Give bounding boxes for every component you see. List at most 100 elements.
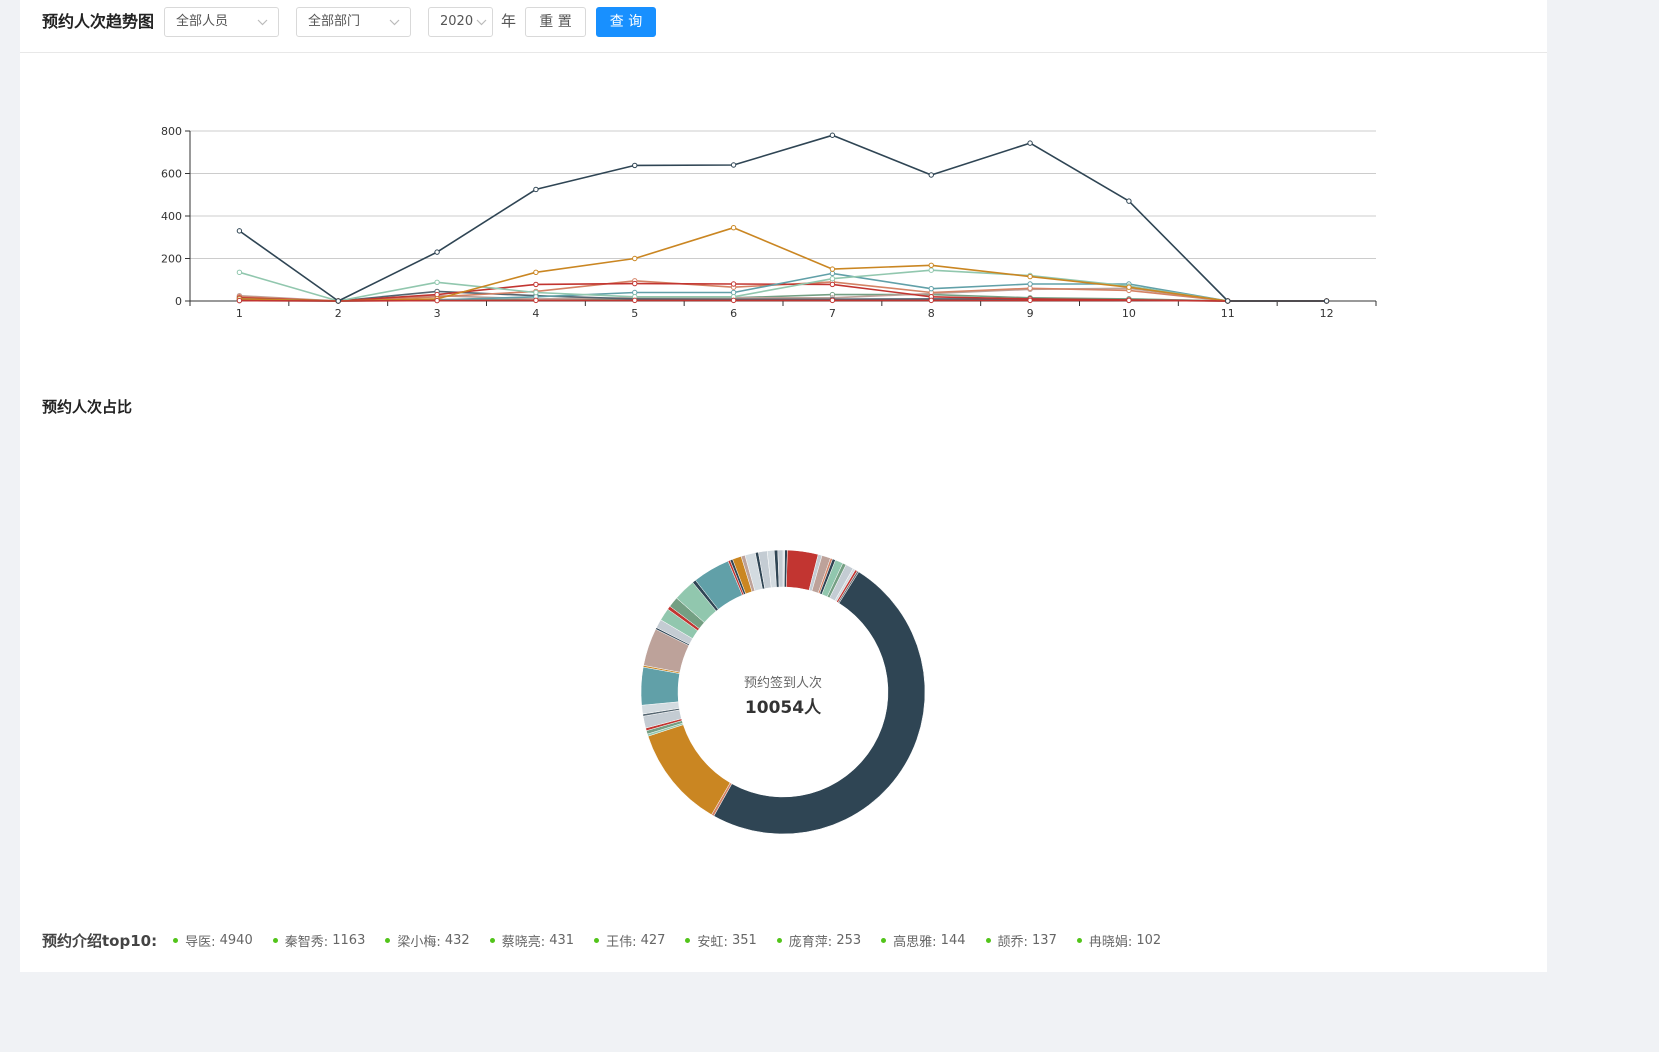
main-card: 预约人次趋势图 全部人员 全部部门 2020 年 重 置 查 询 0 200 400…	[20, 0, 1547, 972]
bullet-dot-icon	[1076, 937, 1082, 943]
top10-item-count: 144	[940, 932, 966, 948]
bullet-dot-icon	[489, 937, 495, 943]
top10-title: 预约介绍top10:	[42, 931, 158, 950]
top10-item: 蔡晓亮431	[489, 931, 575, 950]
bullet-dot-icon	[985, 937, 991, 943]
data-point	[829, 132, 836, 138]
data-point	[632, 297, 638, 304]
x-tick-label: 2	[335, 307, 342, 320]
top10-item-count: 4940	[219, 932, 253, 948]
top10-item: 导医4940	[173, 931, 253, 950]
trend-line-chart: 02004006008001 2 3 4 5 6 7 8 9 10 11 12	[161, 125, 1377, 320]
bullet-dot-icon	[881, 937, 887, 943]
top10-item-count: 253	[836, 932, 862, 948]
data-point	[533, 297, 539, 304]
top10-item-name: 安虹	[697, 931, 732, 950]
bullet-dot-icon	[776, 937, 782, 943]
data-point	[928, 267, 934, 273]
top10-item-count: 432	[444, 932, 470, 948]
data-point	[632, 280, 638, 287]
top10-item-name: 梁小梅	[397, 931, 445, 950]
data-point	[730, 224, 737, 231]
top10-item: 颉乔137	[985, 931, 1057, 950]
filter-bar: 预约人次趋势图 全部人员 全部部门 2020 年 重 置 查 询	[20, 0, 1547, 53]
chevron-down-icon	[476, 19, 487, 26]
data-point	[236, 228, 243, 234]
top10-item-name: 颉乔	[998, 931, 1033, 950]
data-point	[730, 289, 737, 296]
data-point	[928, 297, 934, 304]
data-point	[1126, 297, 1132, 304]
y-tick-label: 800	[161, 125, 182, 138]
series-line	[238, 134, 1327, 302]
y-tick-label: 200	[161, 253, 182, 266]
data-point	[434, 279, 440, 286]
person-select[interactable]: 全部人员	[164, 7, 280, 37]
x-tick-label: 9	[1027, 307, 1034, 320]
x-tick-label: 4	[532, 307, 539, 320]
top10-item: 冉晓娟102	[1076, 931, 1161, 950]
x-tick-label: 7	[829, 307, 836, 320]
year-suffix-label: 年	[501, 12, 517, 30]
top10-item-name: 庞育萍	[789, 931, 837, 950]
data-point	[1323, 298, 1330, 304]
bullet-dot-icon	[594, 937, 600, 943]
x-tick-label: 1	[236, 307, 243, 320]
data-point	[434, 291, 440, 298]
data-point	[1126, 284, 1132, 290]
data-point	[730, 297, 737, 304]
data-point	[1027, 297, 1033, 304]
x-tick-label: 12	[1320, 307, 1334, 320]
data-point	[829, 297, 836, 304]
chevron-down-icon	[257, 19, 268, 26]
x-tick-label: 6	[730, 307, 737, 320]
x-tick-label: 10	[1122, 307, 1136, 320]
top10-item-name: 导医	[185, 931, 220, 950]
data-point	[1027, 281, 1033, 287]
top10-item-name: 王伟	[606, 931, 641, 950]
data-point	[1027, 285, 1033, 291]
reset-button[interactable]: 重 置	[525, 7, 587, 37]
ratio-donut-chart: 预约签到人次 10054人	[640, 549, 926, 835]
data-point	[928, 285, 934, 292]
data-point	[632, 255, 638, 262]
y-tick-label: 0	[175, 295, 182, 308]
year-select[interactable]: 2020	[428, 7, 494, 37]
data-point	[434, 249, 440, 255]
data-point	[236, 269, 243, 276]
data-point	[434, 297, 440, 304]
data-point	[829, 275, 836, 282]
data-point	[829, 281, 836, 288]
chevron-down-icon	[389, 19, 400, 26]
department-select[interactable]: 全部部门	[296, 7, 412, 37]
data-point	[1126, 198, 1132, 204]
top10-item-name: 高思雅	[893, 931, 941, 950]
page-title: 预约人次趋势图	[42, 12, 155, 31]
data-point	[533, 186, 539, 193]
top10-item: 王伟427	[594, 931, 665, 950]
top10-item: 高思雅144	[881, 931, 966, 950]
x-tick-label: 5	[631, 307, 638, 320]
top10-item: 梁小梅432	[385, 931, 470, 950]
bullet-dot-icon	[173, 937, 179, 943]
x-tick-label: 11	[1221, 307, 1235, 320]
top10-item-count: 431	[549, 932, 575, 948]
top10-item-count: 137	[1032, 932, 1057, 948]
bullet-dot-icon	[685, 937, 691, 943]
donut-center-label: 预约签到人次	[744, 675, 822, 691]
donut-slice[interactable]	[647, 724, 731, 816]
series-line	[239, 299, 1327, 302]
top10-item-name: 冉晓娟	[1089, 931, 1137, 950]
data-point	[335, 298, 341, 304]
y-tick-label: 600	[161, 168, 182, 181]
data-point	[829, 266, 836, 272]
person-select-value: 全部人员	[176, 14, 229, 29]
line-series	[236, 132, 1330, 304]
query-button[interactable]: 查 询	[596, 7, 657, 37]
data-point	[928, 172, 934, 178]
data-point	[236, 297, 243, 304]
donut-slice[interactable]	[640, 666, 680, 706]
x-tick-label: 8	[928, 307, 935, 320]
data-point	[928, 262, 934, 269]
donut-center-value: 10054人	[745, 698, 822, 718]
